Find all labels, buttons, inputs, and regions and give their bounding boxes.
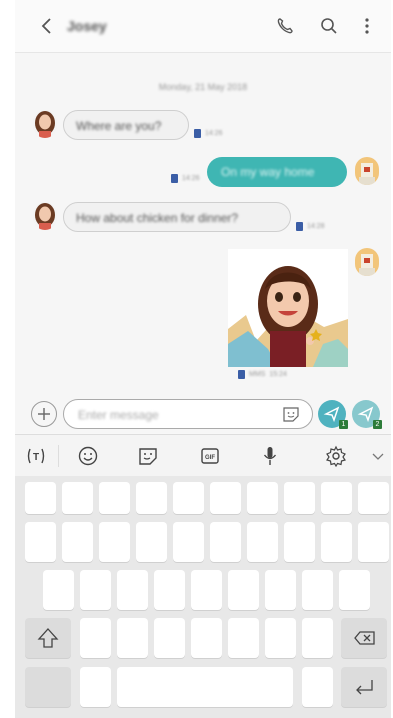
key[interactable]: [117, 570, 148, 610]
key[interactable]: [80, 667, 111, 707]
more-vertical-icon[interactable]: [357, 16, 377, 36]
search-icon[interactable]: [319, 16, 339, 36]
space-key[interactable]: [117, 667, 293, 707]
key[interactable]: [358, 522, 389, 562]
message-meta: 14:26: [194, 129, 223, 138]
chevron-down-icon[interactable]: [367, 445, 389, 467]
key[interactable]: [302, 618, 333, 658]
messages-app: Josey Monday, 21 May 2018 Where are you?…: [15, 0, 391, 718]
backspace-icon: [354, 631, 375, 645]
sim-indicator: [194, 129, 201, 138]
message-time: 14:26: [205, 130, 223, 137]
backspace-key[interactable]: [341, 618, 387, 658]
shift-key[interactable]: [25, 618, 71, 658]
sim-indicator: [238, 370, 245, 379]
key[interactable]: [247, 522, 278, 562]
message-time: 14:28: [307, 223, 325, 230]
plus-icon: [38, 408, 50, 420]
key[interactable]: [62, 482, 93, 514]
contact-name[interactable]: Josey: [67, 18, 107, 34]
message-meta: 14:28: [296, 222, 325, 231]
message-time: 14:26: [182, 175, 200, 182]
key[interactable]: [136, 522, 167, 562]
message-meta: 14:26: [171, 174, 200, 183]
settings-icon[interactable]: [325, 445, 347, 467]
contact-avatar[interactable]: [33, 202, 57, 230]
key[interactable]: [154, 570, 185, 610]
key[interactable]: [302, 667, 333, 707]
chevron-left-icon[interactable]: [37, 16, 57, 36]
key[interactable]: [43, 570, 74, 610]
key[interactable]: [228, 618, 259, 658]
sim-badge: 2: [373, 420, 382, 429]
key[interactable]: [210, 482, 241, 514]
app-bar: Josey: [15, 0, 391, 53]
phone-icon[interactable]: [275, 16, 295, 36]
key[interactable]: [321, 482, 352, 514]
key[interactable]: [25, 522, 56, 562]
key[interactable]: [191, 618, 222, 658]
conversation-area[interactable]: Monday, 21 May 2018 Where are you? 14:26…: [15, 53, 391, 393]
enter-key[interactable]: [341, 667, 387, 707]
date-separator: Monday, 21 May 2018: [158, 82, 248, 92]
key[interactable]: [80, 570, 111, 610]
message-bubble-incoming[interactable]: How about chicken for dinner?: [63, 202, 291, 232]
svg-text:GIF: GIF: [205, 455, 215, 461]
enter-icon: [356, 680, 373, 695]
key[interactable]: [302, 570, 333, 610]
key[interactable]: [80, 618, 111, 658]
keyboard-toolbar: T GIF: [15, 434, 391, 477]
key[interactable]: [339, 570, 370, 610]
key[interactable]: [247, 482, 278, 514]
key[interactable]: [136, 482, 167, 514]
key[interactable]: [173, 482, 204, 514]
message-meta: MMS 15:24: [238, 370, 287, 379]
sim-indicator: [296, 222, 303, 231]
symbols-key[interactable]: [25, 667, 71, 707]
translate-icon[interactable]: T: [25, 445, 47, 467]
message-status: MMS: [249, 371, 266, 378]
key[interactable]: [210, 522, 241, 562]
send-sim2-button[interactable]: 2: [352, 400, 382, 429]
key[interactable]: [62, 522, 93, 562]
key[interactable]: [321, 522, 352, 562]
message-time: 15:24: [269, 371, 287, 378]
sim-badge: 1: [339, 420, 348, 429]
toolbar-divider: [58, 445, 59, 467]
message-input[interactable]: Enter message: [63, 399, 313, 429]
shift-icon: [37, 628, 59, 648]
key[interactable]: [284, 522, 315, 562]
message-placeholder: Enter message: [78, 408, 159, 422]
sticker-icon[interactable]: [137, 445, 159, 467]
sim-indicator: [171, 174, 178, 183]
message-composer: Enter message 1 2: [15, 393, 391, 433]
add-attachment-button[interactable]: [31, 401, 57, 427]
key[interactable]: [265, 618, 296, 658]
microphone-icon[interactable]: [259, 445, 281, 467]
sticker-icon[interactable]: [282, 405, 300, 423]
keyboard: [15, 476, 391, 718]
emoji-icon[interactable]: [77, 445, 99, 467]
user-avatar[interactable]: [355, 248, 379, 276]
contact-avatar[interactable]: [33, 110, 57, 138]
message-bubble-outgoing[interactable]: On my way home: [207, 157, 347, 187]
send-sim1-button[interactable]: 1: [318, 400, 348, 429]
key[interactable]: [173, 522, 204, 562]
svg-text:T: T: [33, 452, 39, 463]
gif-icon[interactable]: GIF: [199, 445, 221, 467]
key[interactable]: [284, 482, 315, 514]
key[interactable]: [191, 570, 222, 610]
key[interactable]: [265, 570, 296, 610]
key[interactable]: [99, 482, 130, 514]
key[interactable]: [99, 522, 130, 562]
key[interactable]: [25, 482, 56, 514]
key[interactable]: [154, 618, 185, 658]
key[interactable]: [358, 482, 389, 514]
key[interactable]: [117, 618, 148, 658]
message-bubble-incoming[interactable]: Where are you?: [63, 110, 189, 140]
key[interactable]: [228, 570, 259, 610]
ar-emoji-sticker[interactable]: [228, 249, 348, 367]
user-avatar[interactable]: [355, 157, 379, 185]
